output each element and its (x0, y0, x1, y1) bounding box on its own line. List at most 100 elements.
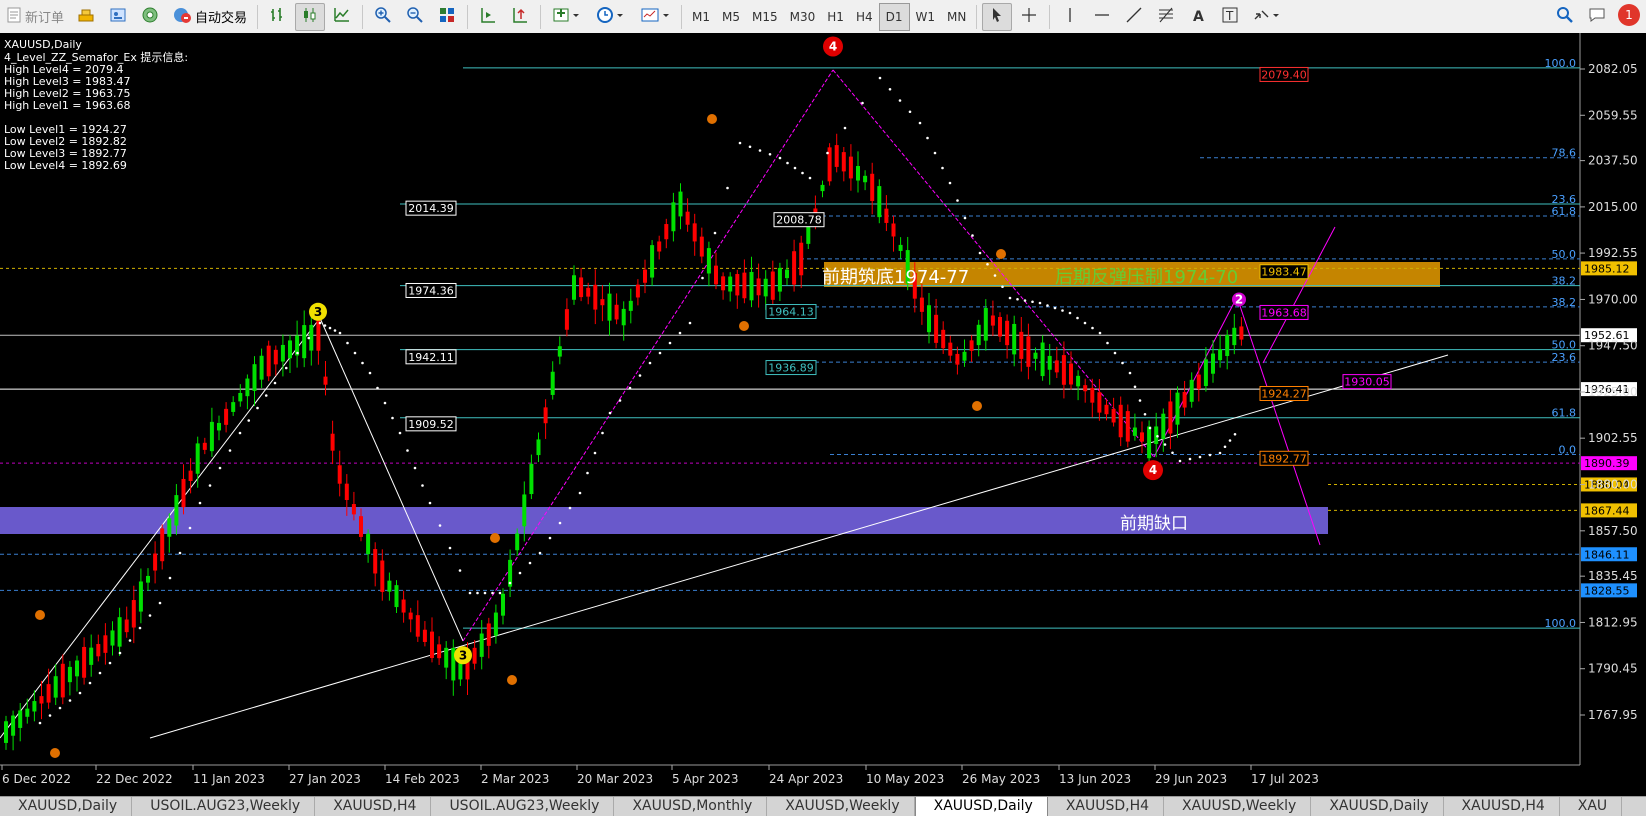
trendline-tool-button[interactable] (1119, 3, 1149, 31)
data-window-button[interactable] (103, 3, 133, 31)
auto-trading-button[interactable]: 自动交易 (167, 3, 252, 31)
candle-body (806, 226, 811, 244)
sar-dot (786, 161, 789, 165)
chat-button[interactable] (1582, 3, 1612, 31)
tab-xauusd-daily-1[interactable]: XAUUSD,Daily (0, 797, 133, 816)
tab-xau-overflow[interactable]: XAU (1560, 797, 1623, 816)
candle-body (671, 202, 676, 232)
horizontal-line-tool-button[interactable] (1087, 3, 1117, 31)
candle-body (479, 633, 484, 657)
new-order-button[interactable]: 新订单 (1, 3, 69, 31)
navigator-button[interactable] (135, 3, 165, 31)
timeframe-mn[interactable]: MN (941, 4, 972, 30)
tab-xauusd-weekly-1[interactable]: XAUUSD,Weekly (767, 797, 915, 816)
candle-body (472, 647, 477, 664)
autoscroll-button[interactable] (505, 3, 535, 31)
tab-xauusd-daily-2[interactable]: XAUUSD,Daily (1311, 797, 1444, 816)
candle-body (990, 315, 995, 326)
level-label-text: 1964.13 (768, 306, 814, 319)
crosshair-tool-button[interactable] (1014, 3, 1044, 31)
timeframe-h4[interactable]: H4 (850, 4, 879, 30)
candle-body (870, 173, 875, 202)
notification-badge[interactable]: 1 (1618, 4, 1640, 26)
semafor-level1-marker (35, 610, 45, 620)
tab-xauusd-daily-active[interactable]: XAUUSD,Daily (914, 797, 1048, 816)
candle-body (344, 483, 349, 501)
fibonacci-tool-button[interactable] (1151, 3, 1181, 31)
periods-button[interactable] (590, 3, 632, 31)
candle-body (742, 272, 747, 299)
candle-body (848, 156, 853, 179)
trendline-icon (1125, 6, 1143, 28)
fib-level-label: 78.6 (1552, 147, 1577, 160)
tab-xauusd-h4-3[interactable]: XAUUSD,H4 (1444, 797, 1560, 816)
candle-body (486, 623, 491, 646)
candle-body (1019, 331, 1024, 359)
tab-xauusd-h4-2[interactable]: XAUUSD,H4 (1048, 797, 1165, 816)
candlestick-button[interactable] (295, 2, 326, 31)
sar-dot (88, 681, 92, 685)
candle-body (919, 297, 924, 312)
line-chart-button[interactable] (327, 3, 357, 31)
toolbar-separator (467, 4, 469, 29)
timeframe-m30[interactable]: M30 (784, 4, 822, 30)
sar-dot (238, 431, 242, 435)
candle-body (1026, 336, 1031, 367)
timeframe-m1[interactable]: M1 (686, 4, 716, 30)
candle-body (1040, 342, 1045, 377)
tile-windows-button[interactable] (432, 3, 462, 31)
sar-dot (578, 491, 582, 495)
candle-body (359, 516, 363, 537)
market-watch-button[interactable] (71, 3, 101, 31)
zoom-in-button[interactable] (368, 3, 398, 31)
search-button[interactable] (1550, 3, 1580, 31)
semafor-marker-label: 2 (1235, 292, 1243, 306)
zoom-out-button[interactable] (400, 3, 430, 31)
timeframe-m15[interactable]: M15 (746, 4, 784, 30)
candle-body (337, 465, 342, 484)
indicators-button[interactable] (546, 3, 588, 31)
text-tool-button[interactable]: A (1183, 3, 1213, 31)
tab-usoil-weekly-2[interactable]: USOIL.AUG23,Weekly (431, 797, 615, 816)
timeframe-h1[interactable]: H1 (821, 4, 850, 30)
timeframe-m5[interactable]: M5 (716, 4, 746, 30)
candle-body (430, 631, 434, 659)
chart-shift-button[interactable] (473, 3, 503, 31)
vertical-line-tool-button[interactable] (1055, 3, 1085, 31)
sar-dot (98, 671, 102, 675)
candle-body (969, 340, 974, 351)
new-order-icon (6, 7, 22, 27)
candle-body (67, 666, 72, 683)
tab-xauusd-monthly[interactable]: XAUUSD,Monthly (614, 797, 768, 816)
candle-body (1132, 427, 1137, 436)
sar-dot (793, 166, 797, 170)
bar-chart-button[interactable] (263, 3, 293, 31)
arrows-tool-button[interactable] (1247, 3, 1287, 31)
price-chart[interactable]: XAUUSD,Daily 4_Level_ZZ_Semafor_Ex 提示信息:… (0, 33, 1646, 799)
tab-xauusd-weekly-2[interactable]: XAUUSD,Weekly (1164, 797, 1312, 816)
timeframe-w1[interactable]: W1 (910, 4, 942, 30)
candle-body (863, 175, 868, 183)
zoom-out-icon (406, 6, 424, 28)
candle-body (89, 647, 94, 665)
tab-xauusd-h4-1[interactable]: XAUUSD,H4 (315, 797, 432, 816)
templates-button[interactable] (634, 3, 676, 31)
candle-body (217, 422, 221, 431)
candle-body (572, 275, 576, 300)
candle-body (983, 307, 988, 341)
date-axis-label: 2 Mar 2023 (481, 772, 549, 786)
sar-dot (888, 87, 892, 91)
candle-body (976, 324, 981, 346)
text-label-tool-button[interactable]: T (1215, 3, 1245, 31)
timeframe-d1[interactable]: D1 (878, 2, 910, 31)
price-axis-label: 1992.55 (1588, 246, 1638, 260)
sar-dot (323, 324, 327, 327)
toolbar-separator (1049, 4, 1051, 29)
tab-usoil-weekly-1[interactable]: USOIL.AUG23,Weekly (132, 797, 316, 816)
horizontal-line-icon (1093, 6, 1111, 28)
arrows-icon (1252, 6, 1282, 28)
cursor-tool-button[interactable] (982, 2, 1013, 31)
sar-dot (483, 591, 487, 595)
sar-dot (38, 721, 42, 725)
sar-dot (1233, 432, 1237, 436)
